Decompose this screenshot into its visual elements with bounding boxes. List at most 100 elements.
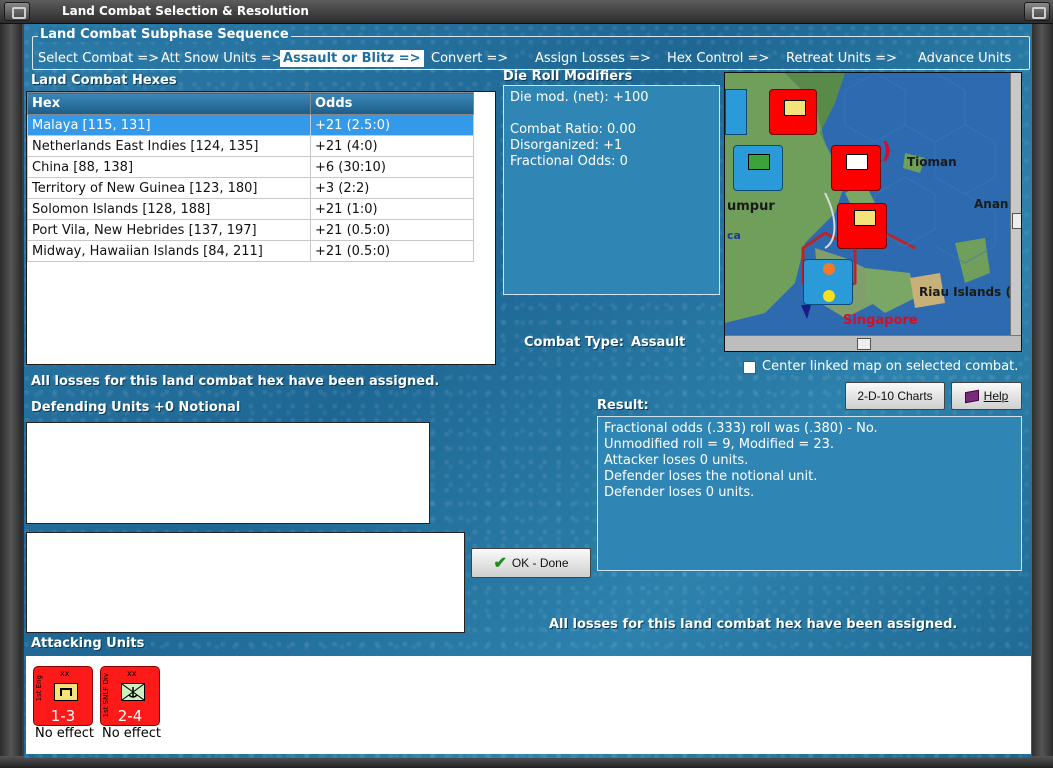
attacking-unit-result: No effect [35, 726, 95, 741]
help-book-icon [964, 389, 979, 403]
odds-cell: +21 (2.5:0) [310, 114, 474, 136]
help-button[interactable]: Help [951, 382, 1022, 410]
table-row[interactable]: China [88, 138] +6 (30:10) [27, 156, 474, 178]
map-vertical-scrollbar[interactable] [1010, 73, 1021, 335]
right-frame-rail [1031, 24, 1053, 758]
losses-assigned-message-bottom: All losses for this land combat hex have… [549, 617, 958, 632]
hex-cell: Malaya [115, 131] [27, 114, 311, 136]
step-retreat-units: Retreat Units => [786, 51, 897, 66]
naval-defense-icon [823, 290, 835, 302]
map-allied-counter-partial[interactable] [725, 89, 747, 135]
unit-values: 2-4 [117, 707, 143, 725]
unit-size: xx [127, 669, 137, 678]
odds-cell: +6 (30:10) [310, 156, 474, 178]
unit-name: 1st Eng [35, 675, 43, 702]
result-line: Defender loses 0 units. [604, 485, 755, 500]
unit-size: xx [60, 669, 70, 678]
attacking-unit-counter-1st-snlf-div[interactable]: xx 1st SNLF Div 2-4 [100, 666, 160, 726]
map-allied-naval-counter[interactable] [803, 259, 853, 305]
result-line: Unmodified roll = 9, Modified = 23. [604, 437, 835, 452]
map-vertical-scroll-thumb[interactable] [1012, 213, 1021, 229]
hex-cell: China [88, 138] [27, 156, 311, 178]
table-row[interactable]: Midway, Hawaiian Islands [84, 211] +21 (… [27, 240, 474, 262]
combat-ratio-text: Combat Ratio: 0.00 [510, 122, 636, 137]
defending-units-label: Defending Units +0 Notional [31, 400, 241, 415]
step-convert: Convert => [431, 51, 509, 66]
charts-button[interactable]: 2-D-10 Charts [845, 382, 945, 410]
help-button-label: Help [983, 389, 1009, 403]
result-panel: Fractional odds (.333) roll was (.380) -… [597, 416, 1022, 571]
title-bar[interactable]: Land Combat Selection & Resolution [0, 0, 1053, 24]
losses-assigned-message-top: All losses for this land combat hex have… [31, 374, 440, 389]
map-label-malacca: ca [727, 229, 741, 242]
step-advance-units: Advance Units [918, 51, 1012, 66]
step-assign-losses: Assign Losses => [535, 51, 651, 66]
map-label-tioman: Tioman [907, 155, 957, 169]
die-mod-blank-line [510, 106, 713, 122]
column-header-odds[interactable]: Odds [310, 92, 474, 115]
map-label-riau-islands: Riau Islands ( [919, 285, 1011, 299]
ok-done-button[interactable]: ✔ OK - Done [471, 548, 591, 578]
step-att-snow-units: Att Snow Units => [161, 51, 283, 66]
table-row[interactable]: Solomon Islands [128, 188] +21 (1:0) [27, 198, 474, 220]
fortification-symbol-icon [854, 210, 876, 226]
result-line: Attacker loses 0 units. [604, 453, 749, 468]
map-label-kuala-lumpur: umpur [727, 199, 775, 214]
hex-cell: Netherlands East Indies [124, 135] [27, 135, 311, 157]
result-line: Fractional odds (.333) roll was (.380) -… [604, 421, 878, 436]
land-combat-hexes-table[interactable]: Hex Odds Malaya [115, 131] +21 (2.5:0) N… [26, 91, 496, 365]
land-combat-hexes-label: Land Combat Hexes [31, 73, 177, 88]
map-horizontal-scrollbar[interactable] [725, 335, 1021, 351]
subphase-sequence-title: Land Combat Subphase Sequence [38, 27, 291, 42]
die-roll-modifiers-label: Die Roll Modifiers [503, 69, 633, 84]
left-frame-rail [0, 24, 22, 758]
fractional-odds-text: Fractional Odds: 0 [510, 154, 628, 169]
map-label-singapore: Singapore [843, 313, 918, 328]
odds-cell: +21 (0.5:0) [310, 240, 474, 262]
notional-units-list[interactable] [26, 532, 465, 633]
combat-type-value: Assault [631, 335, 686, 350]
map-label-anan: Anan [974, 197, 1009, 211]
map-japanese-counter[interactable] [831, 145, 881, 191]
table-row[interactable]: Malaya [115, 131] +21 (2.5:0) [27, 114, 474, 136]
attacking-unit-result: No effect [102, 726, 162, 741]
hex-cell: Solomon Islands [128, 188] [27, 198, 311, 220]
window-maximize-icon[interactable] [1024, 2, 1050, 21]
center-linked-map-label: Center linked map on selected combat. [762, 359, 1019, 374]
step-hex-control: Hex Control => [667, 51, 770, 66]
attacking-units-label: Attacking Units [31, 636, 145, 651]
odds-cell: +21 (0.5:0) [310, 219, 474, 241]
center-linked-map-checkbox[interactable] [743, 361, 756, 374]
map-allied-counter[interactable] [733, 145, 783, 191]
column-header-hex[interactable]: Hex [27, 92, 311, 115]
map-horizontal-scroll-thumb[interactable] [857, 338, 871, 350]
window-restore-icon[interactable] [4, 2, 30, 21]
odds-cell: +21 (4:0) [310, 135, 474, 157]
step-select-combat: Select Combat => [38, 51, 160, 66]
infantry-symbol-icon [846, 154, 868, 170]
disorganized-text: Disorganized: +1 [510, 138, 623, 153]
result-label: Result: [597, 398, 649, 413]
ok-done-button-label: OK - Done [511, 556, 569, 570]
die-mod-net-text: Die mod. (net): +100 [510, 90, 649, 105]
table-row[interactable]: Territory of New Guinea [123, 180] +3 (2… [27, 177, 474, 199]
attacking-units-list[interactable]: xx 1st Eng 1-3 No effect xx 1st SNLF Div… [26, 656, 1031, 754]
defending-units-list[interactable] [26, 422, 430, 524]
infantry-symbol-icon [748, 154, 770, 170]
table-row[interactable]: Netherlands East Indies [124, 135] +21 (… [27, 135, 474, 157]
result-line: Defender loses the notional unit. [604, 469, 818, 484]
table-row[interactable]: Port Vila, New Hebrides [137, 197] +21 (… [27, 219, 474, 241]
combat-type-label: Combat Type: [524, 335, 624, 350]
window-title: Land Combat Selection & Resolution [62, 4, 309, 18]
charts-button-label: 2-D-10 Charts [857, 389, 933, 403]
marine-symbol-icon [121, 683, 145, 701]
map-japanese-counter[interactable] [837, 203, 887, 249]
attacking-unit-counter-1st-eng[interactable]: xx 1st Eng 1-3 [33, 666, 93, 726]
hex-cell: Midway, Hawaiian Islands [84, 211] [27, 240, 311, 262]
linked-map[interactable]: Tioman Anan umpur Riau Islands ( Singapo… [724, 72, 1022, 352]
die-roll-modifiers-panel: Die mod. (net): +100 Combat Ratio: 0.00 … [503, 85, 720, 295]
check-icon: ✔ [493, 555, 507, 572]
map-japanese-counter[interactable] [769, 89, 817, 135]
unit-values: 1-3 [50, 707, 76, 725]
step-assault-or-blitz: Assault or Blitz => [280, 50, 424, 67]
